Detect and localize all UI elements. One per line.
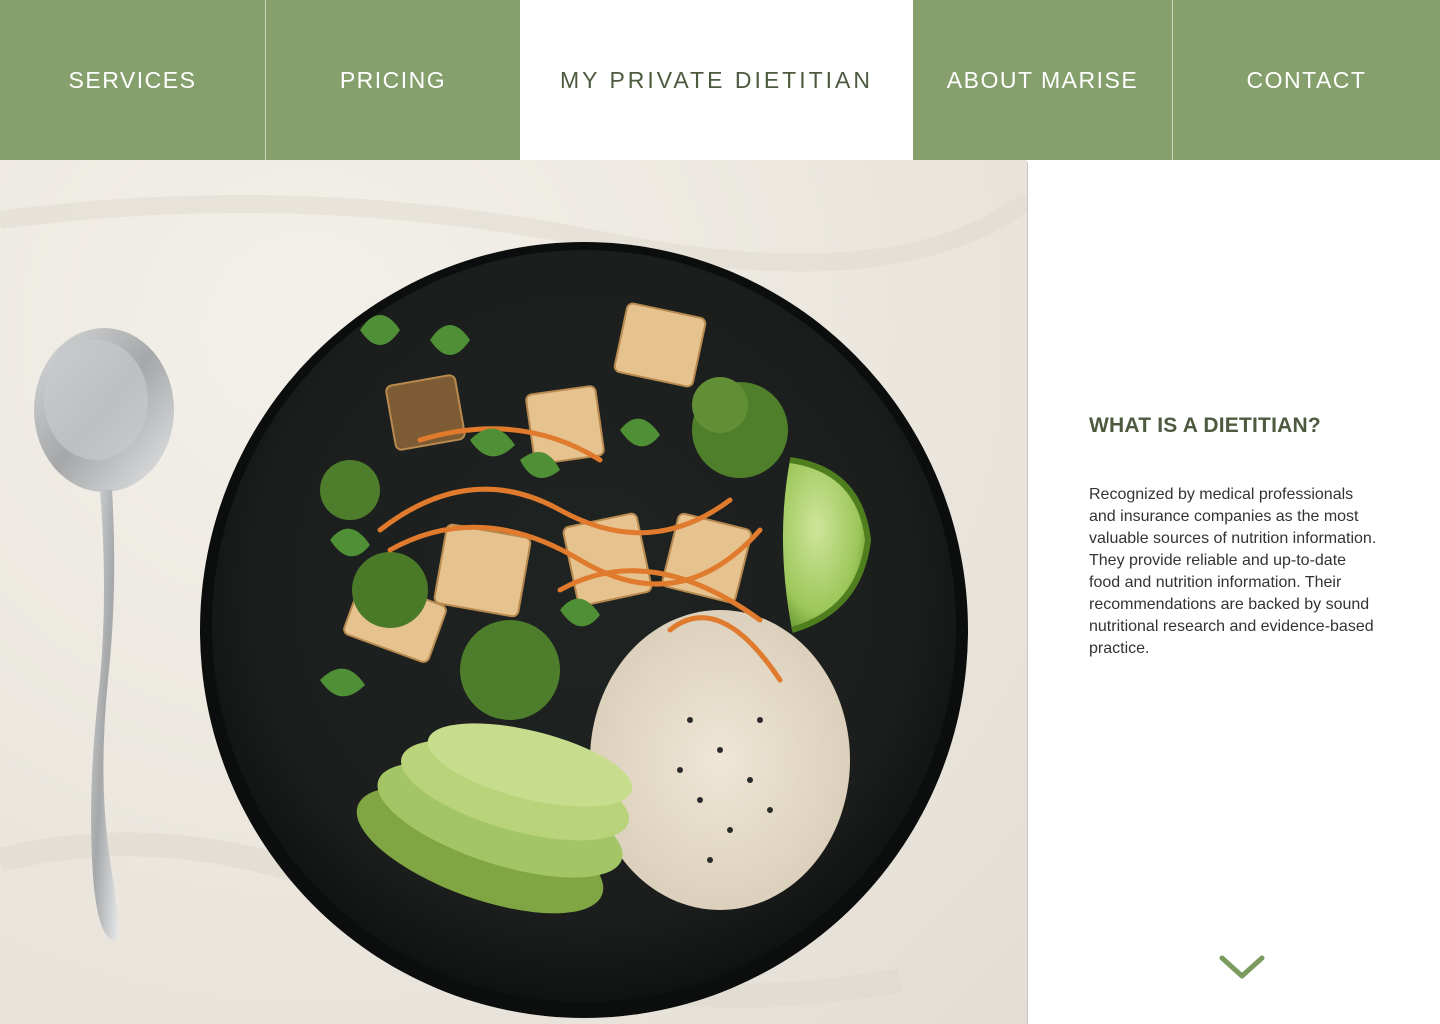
hero-image [0, 160, 1027, 1024]
description-paragraph-1: Recognized by medical professionals and … [1089, 486, 1377, 547]
panel-description: Recognized by medical professionals and … [1089, 484, 1379, 660]
chevron-down-icon[interactable] [1218, 952, 1266, 982]
nav-pricing[interactable]: PRICING [266, 0, 520, 160]
nav-contact[interactable]: CONTACT [1173, 0, 1440, 160]
info-panel: WHAT IS A DIETITIAN? Recognized by medic… [1027, 162, 1440, 1024]
panel-title: WHAT IS A DIETITIAN? [1089, 414, 1321, 437]
food-bowl-illustration [0, 192, 1027, 1018]
nav-services[interactable]: SERVICES [0, 0, 266, 160]
nav-about-marise[interactable]: ABOUT MARISE [913, 0, 1173, 160]
site-title[interactable]: MY PRIVATE DIETITIAN [520, 0, 913, 160]
main-nav: SERVICES PRICING MY PRIVATE DIETITIAN AB… [0, 0, 1440, 160]
description-paragraph-2: They provide reliable and up-to-date foo… [1089, 552, 1374, 657]
